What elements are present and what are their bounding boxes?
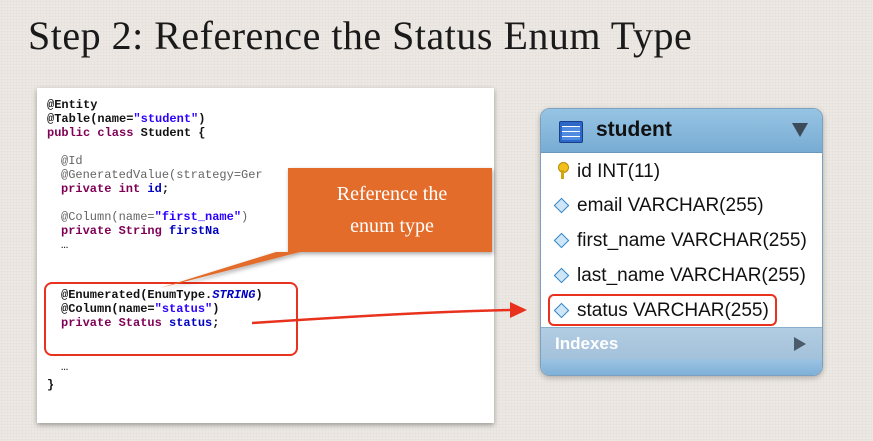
code-line-class: public class Student { xyxy=(47,126,205,140)
column-row-email[interactable]: email VARCHAR(255) xyxy=(541,189,822,224)
id-field: id xyxy=(140,182,162,196)
callout-line-1: Reference the xyxy=(336,183,448,205)
column-row-last-name[interactable]: last_name VARCHAR(255) xyxy=(541,259,822,294)
callout-text: Reference the enum type xyxy=(292,178,492,242)
key-icon xyxy=(558,162,569,180)
first-name-field: firstNa xyxy=(161,224,220,238)
code-line-close-brace: } xyxy=(47,378,54,392)
id-annotation: @Id xyxy=(61,154,83,168)
column-annotation: @Column(name= xyxy=(61,210,155,224)
code-panel: @Entity @Table(name="student") public cl… xyxy=(37,88,494,423)
class-name: Student { xyxy=(133,126,206,140)
code-line-ellipsis: … xyxy=(47,238,68,252)
entity-annotation: @Entity xyxy=(47,98,98,112)
code-line-id-annotation: @Id xyxy=(47,154,83,168)
code-line-id-field: private int id; xyxy=(47,182,169,196)
db-table-title: student xyxy=(596,118,672,141)
indexes-section[interactable]: Indexes xyxy=(541,327,822,359)
table-name-string: "student" xyxy=(133,112,199,126)
db-table-widget: student id INT(11) email VARCHAR(255) fi… xyxy=(540,108,823,376)
paren: ) xyxy=(241,210,249,224)
callout-line-2: enum type xyxy=(350,215,434,237)
generated-value-annotation: @GeneratedValue(strategy=Ger xyxy=(61,168,263,182)
code-line-table: @Table(name="student") xyxy=(47,112,205,126)
chevron-right-icon[interactable] xyxy=(794,337,806,351)
code-line-generated-value: @GeneratedValue(strategy=Ger xyxy=(47,168,263,182)
paren: ) xyxy=(198,112,206,126)
column-label: last_name VARCHAR(255) xyxy=(577,265,806,286)
column-label: email VARCHAR(255) xyxy=(577,195,764,216)
chevron-down-icon[interactable] xyxy=(792,123,808,137)
semicolon: ; xyxy=(161,182,170,196)
table-icon xyxy=(559,121,583,143)
column-label: first_name VARCHAR(255) xyxy=(577,230,807,251)
slide-title: Step 2: Reference the Status Enum Type xyxy=(28,13,693,58)
private-string-keyword: private String xyxy=(61,224,162,238)
code-line-entity: @Entity xyxy=(47,98,97,112)
code-line-column-first-name: @Column(name="first_name") xyxy=(47,210,248,224)
class-keyword: public class xyxy=(47,126,134,140)
column-row-first-name[interactable]: first_name VARCHAR(255) xyxy=(541,224,822,259)
ellipsis: … xyxy=(61,238,69,252)
code-line-ellipsis: … xyxy=(47,360,68,374)
code-highlight-box xyxy=(44,282,298,356)
first-name-string: "first_name" xyxy=(154,210,242,224)
diamond-icon xyxy=(553,197,570,214)
status-highlight-box xyxy=(548,294,777,326)
private-int-keyword: private int xyxy=(61,182,141,196)
diamond-icon xyxy=(553,232,570,249)
ellipsis: … xyxy=(61,360,69,374)
column-label: id INT(11) xyxy=(577,161,661,182)
close-brace: } xyxy=(47,378,55,392)
indexes-label: Indexes xyxy=(555,334,619,353)
db-table-header[interactable]: student xyxy=(541,109,822,153)
diamond-icon xyxy=(553,267,570,284)
column-row-id[interactable]: id INT(11) xyxy=(541,155,822,190)
db-table-footer xyxy=(541,359,822,375)
table-annotation: @Table(name= xyxy=(47,112,134,126)
code-line-first-name-field: private String firstNa xyxy=(47,224,219,238)
arrow-head xyxy=(510,302,527,318)
